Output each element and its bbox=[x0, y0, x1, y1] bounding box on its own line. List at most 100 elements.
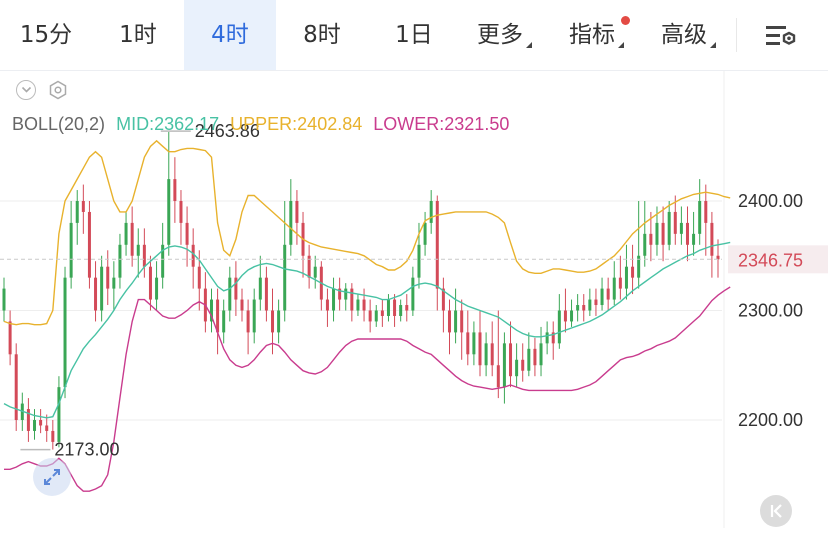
candle-body bbox=[325, 299, 329, 311]
candle-body bbox=[289, 201, 293, 245]
candle-body bbox=[33, 420, 37, 431]
candle-body bbox=[100, 266, 104, 311]
candle-body bbox=[124, 222, 128, 245]
tab-advanced[interactable]: 高级 bbox=[660, 0, 716, 70]
tab-indicators[interactable]: 指标 bbox=[568, 0, 630, 70]
candle-body bbox=[521, 359, 525, 371]
candle-body bbox=[496, 365, 500, 388]
candle-body bbox=[57, 387, 61, 442]
candle-body bbox=[185, 222, 189, 245]
candle-body bbox=[240, 299, 244, 311]
candle-body bbox=[661, 222, 665, 245]
legend-mid: MID:2362.17 bbox=[116, 114, 220, 134]
candle-body bbox=[380, 310, 384, 316]
expand-chart-button[interactable] bbox=[33, 458, 71, 496]
candle-body bbox=[649, 233, 653, 245]
candle-body bbox=[710, 222, 714, 256]
tab-4h[interactable]: 4时 bbox=[184, 0, 276, 70]
timeframe-tabs: 15分 1时 4时 8时 1日 更多 指标 高级 bbox=[0, 0, 828, 71]
candle-body bbox=[142, 244, 146, 267]
tab-8h[interactable]: 8时 bbox=[276, 0, 368, 70]
candle-body bbox=[533, 348, 537, 366]
candle-body bbox=[136, 244, 140, 256]
candle-body bbox=[246, 310, 250, 333]
candle-body bbox=[447, 310, 451, 333]
candle-body bbox=[368, 310, 372, 322]
candle-body bbox=[39, 420, 43, 426]
y-tick-label: 2200.00 bbox=[738, 410, 803, 430]
candle-body bbox=[14, 354, 18, 420]
candle-body bbox=[87, 211, 91, 278]
candle-body bbox=[356, 299, 360, 311]
tab-more[interactable]: 更多 bbox=[476, 0, 532, 70]
candle-body bbox=[460, 310, 464, 333]
candle-body bbox=[130, 222, 134, 256]
notification-dot-icon bbox=[621, 16, 630, 25]
candle-body bbox=[631, 266, 635, 278]
candle-body bbox=[515, 359, 519, 377]
y-tick-label: 2400.00 bbox=[738, 191, 803, 211]
boll-upper-line bbox=[3, 139, 731, 326]
tab-1d[interactable]: 1日 bbox=[368, 0, 460, 70]
candle-body bbox=[472, 332, 476, 355]
dropdown-triangle-icon bbox=[526, 42, 532, 48]
candle-body bbox=[94, 277, 98, 311]
candle-body bbox=[643, 233, 647, 256]
legend-name: BOLL(20,2) bbox=[12, 114, 106, 134]
y-tick-label: 2300.00 bbox=[738, 301, 803, 321]
candle-body bbox=[271, 310, 275, 333]
candle-body bbox=[429, 201, 433, 223]
candle-body bbox=[277, 310, 281, 333]
candle-body bbox=[362, 299, 366, 311]
candle-body bbox=[69, 222, 73, 278]
candle-body bbox=[399, 305, 403, 316]
candle-body bbox=[258, 277, 262, 300]
candle-body bbox=[588, 299, 592, 311]
toolbar-divider bbox=[736, 18, 737, 52]
candle-body bbox=[191, 244, 195, 267]
candle-body bbox=[167, 179, 171, 245]
candle-body bbox=[557, 310, 561, 344]
candle-body bbox=[667, 211, 671, 245]
candle-body bbox=[8, 321, 12, 355]
candle-body bbox=[698, 201, 702, 234]
candle-body bbox=[332, 288, 336, 311]
candle-body bbox=[423, 222, 427, 245]
candle-body bbox=[490, 343, 494, 366]
tab-1h[interactable]: 1时 bbox=[92, 0, 184, 70]
scroll-to-latest-button[interactable] bbox=[760, 495, 792, 527]
candle-body bbox=[222, 310, 226, 333]
boll-legend: BOLL(20,2) MID:2362.17 UPPER:2402.84 LOW… bbox=[12, 114, 515, 135]
candle-body bbox=[673, 211, 677, 234]
candle-body bbox=[576, 305, 580, 311]
candle-body bbox=[75, 201, 79, 223]
double-chevron-left-icon bbox=[770, 504, 782, 518]
candle-body bbox=[118, 244, 122, 278]
candle-body bbox=[155, 277, 159, 300]
candle-body bbox=[685, 222, 689, 245]
candle-body bbox=[264, 277, 268, 311]
candle-body bbox=[344, 288, 348, 300]
tab-indicators-label: 指标 bbox=[569, 22, 615, 48]
candle-body bbox=[478, 332, 482, 366]
chart-settings-icon[interactable] bbox=[760, 20, 800, 52]
candle-body bbox=[606, 288, 610, 300]
candle-body bbox=[112, 277, 116, 289]
candle-body bbox=[600, 288, 604, 306]
candle-body bbox=[197, 266, 201, 289]
candle-body bbox=[393, 299, 397, 316]
candle-body bbox=[411, 277, 415, 311]
candlestick-chart[interactable]: 2346.752400.002300.002200.002463.862173.… bbox=[0, 71, 828, 534]
candle-body bbox=[582, 305, 586, 311]
candle-body bbox=[563, 310, 567, 322]
candle-body bbox=[594, 299, 598, 306]
legend-upper: UPPER:2402.84 bbox=[230, 114, 363, 134]
dropdown-triangle-icon bbox=[618, 42, 624, 48]
candle-body bbox=[466, 332, 470, 355]
dropdown-triangle-icon bbox=[710, 42, 716, 48]
tab-15min[interactable]: 15分 bbox=[0, 0, 92, 70]
candle-body bbox=[527, 348, 531, 371]
expand-arrows-icon bbox=[44, 469, 60, 485]
candle-body bbox=[313, 266, 317, 278]
candle-body bbox=[350, 288, 354, 311]
